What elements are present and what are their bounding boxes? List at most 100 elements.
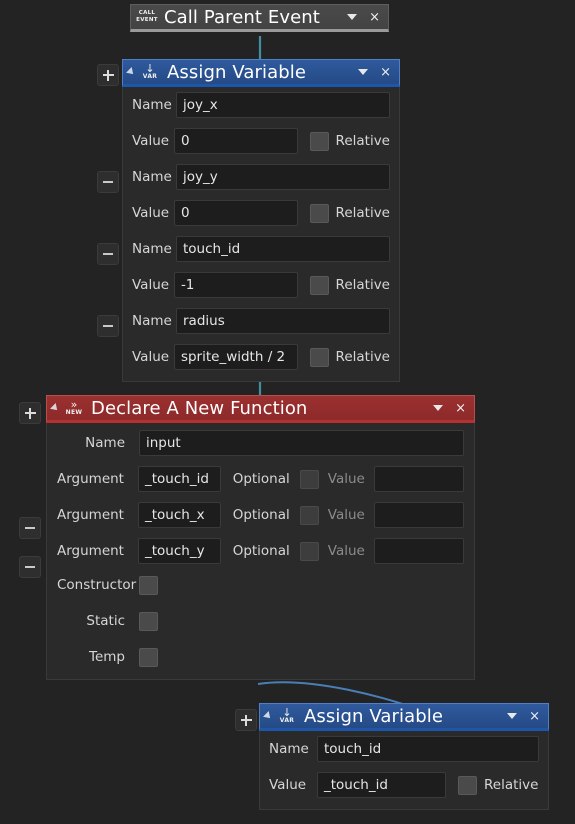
node-assign-variable-top[interactable]: ↓ VAR Assign Variable × Name joy_x Value… (122, 59, 400, 382)
value-label: Value (132, 133, 170, 149)
new-label: NEW (65, 409, 83, 416)
name-label: Name (85, 435, 125, 451)
row-argument: Argument _touch_y Optional Value (57, 537, 464, 565)
plus-icon (24, 407, 36, 419)
remove-argument-button-touch-y[interactable] (19, 556, 41, 578)
optional-label: Optional (232, 507, 290, 523)
relative-label: Relative (335, 133, 390, 149)
value-label: Value (327, 471, 365, 487)
remove-entry-button-radius[interactable] (97, 315, 119, 337)
row-name: Name touch_id (132, 235, 390, 263)
argument-name-input[interactable]: _touch_id (137, 466, 221, 492)
node-assign-variable-bottom[interactable]: ↓ VAR Assign Variable × Name touch_id Va… (259, 703, 549, 810)
argument-name-input[interactable]: _touch_x (137, 502, 221, 528)
add-entry-button-assign-top[interactable] (97, 64, 119, 86)
value-label: Value (132, 349, 170, 365)
name-input[interactable]: joy_y (176, 164, 390, 190)
optional-checkbox[interactable] (299, 505, 319, 525)
argument-default-value-input[interactable] (373, 502, 464, 528)
node-titlebar[interactable]: CALL EVENT Call Parent Event × (130, 4, 389, 32)
double-chevron-icon: » (70, 398, 78, 411)
row-argument: Argument _touch_id Optional Value (57, 465, 464, 493)
plus-icon (102, 69, 114, 81)
add-argument-button[interactable] (19, 402, 41, 424)
graph-canvas[interactable]: CALL EVENT Call Parent Event × ↓ VAR Ass… (0, 0, 575, 824)
name-input[interactable]: radius (176, 308, 390, 334)
remove-argument-button-touch-x[interactable] (19, 517, 41, 539)
temp-checkbox[interactable] (139, 647, 158, 667)
value-label: Value (269, 777, 307, 793)
collapse-triangle-icon[interactable] (126, 67, 136, 77)
name-input[interactable]: touch_id (317, 736, 539, 762)
relative-checkbox[interactable] (309, 203, 329, 223)
chevron-down-icon[interactable] (433, 405, 444, 411)
relative-checkbox[interactable] (309, 347, 329, 367)
add-entry-button-assign-bottom[interactable] (235, 709, 257, 731)
name-input[interactable]: joy_x (176, 92, 390, 118)
minus-icon (103, 253, 113, 255)
row-value: Value 0 Relative (132, 127, 390, 155)
node-title: Declare A New Function (91, 397, 308, 419)
value-input[interactable]: _touch_id (317, 772, 446, 798)
constructor-checkbox[interactable] (139, 575, 158, 595)
remove-entry-button-touch-id[interactable] (97, 243, 119, 265)
static-checkbox[interactable] (139, 611, 158, 631)
value-label: Value (327, 507, 365, 523)
name-label: Name (269, 741, 309, 757)
node-titlebar[interactable]: ↓ VAR Assign Variable × (259, 703, 549, 731)
row-argument: Argument _touch_x Optional Value (57, 501, 464, 529)
close-icon[interactable]: × (367, 11, 382, 24)
chevron-down-icon[interactable] (358, 69, 369, 75)
relative-checkbox[interactable] (458, 775, 477, 795)
node-title: Call Parent Event (164, 6, 320, 28)
argument-name-input[interactable]: _touch_y (137, 538, 221, 564)
value-input[interactable]: -1 (173, 272, 298, 298)
node-call-parent-event[interactable]: CALL EVENT Call Parent Event × (130, 4, 389, 32)
value-input[interactable]: sprite_width / 2 (173, 344, 298, 370)
var-label: VAR (279, 717, 295, 724)
row-value: Value sprite_width / 2 Relative (132, 343, 390, 371)
optional-label: Optional (232, 471, 290, 487)
name-input[interactable]: touch_id (176, 236, 390, 262)
argument-default-value-input[interactable] (373, 466, 464, 492)
down-arrow-icon: ↓ (145, 62, 155, 75)
minus-icon (103, 325, 113, 327)
chevron-down-icon[interactable] (507, 713, 518, 719)
node-title: Assign Variable (304, 705, 444, 727)
relative-checkbox[interactable] (309, 131, 329, 151)
close-icon[interactable]: × (453, 402, 468, 415)
relative-label: Relative (335, 205, 390, 221)
value-label: Value (132, 205, 170, 221)
row-temp: Temp (57, 645, 464, 669)
optional-checkbox[interactable] (299, 541, 319, 561)
row-value: Value 0 Relative (132, 199, 390, 227)
static-label: Static (86, 613, 125, 629)
node-titlebar[interactable]: ↓ VAR Assign Variable × (122, 59, 400, 87)
call-event-icon-line2: EVENT (136, 17, 158, 23)
argument-default-value-input[interactable] (373, 538, 464, 564)
chevron-down-icon[interactable] (347, 14, 358, 20)
node-declare-a-new-function[interactable]: » NEW Declare A New Function × Name inpu… (46, 395, 475, 680)
plus-icon (240, 714, 252, 726)
collapse-triangle-icon[interactable] (50, 403, 60, 413)
name-label: Name (132, 313, 172, 329)
row-static: Static (57, 609, 464, 633)
close-icon[interactable]: × (527, 710, 542, 723)
collapse-triangle-icon[interactable] (263, 711, 273, 721)
value-input[interactable]: 0 (173, 200, 298, 226)
node-titlebar[interactable]: » NEW Declare A New Function × (46, 395, 475, 423)
remove-entry-button-joy-y[interactable] (97, 171, 119, 193)
call-event-icon-line1: CALL (138, 10, 156, 16)
relative-checkbox[interactable] (309, 275, 329, 295)
argument-label: Argument (57, 543, 124, 559)
function-name-input[interactable]: input (139, 430, 464, 456)
optional-checkbox[interactable] (299, 469, 319, 489)
value-label: Value (327, 543, 365, 559)
name-label: Name (132, 169, 172, 185)
value-input[interactable]: 0 (173, 128, 298, 154)
assign-variable-icon: ↓ VAR (276, 707, 298, 724)
close-icon[interactable]: × (378, 66, 393, 79)
node-body: Name touch_id Value _touch_id Relative (259, 731, 549, 810)
temp-label: Temp (89, 649, 125, 665)
node-body: Name joy_x Value 0 Relative Name joy_y V… (122, 87, 400, 382)
